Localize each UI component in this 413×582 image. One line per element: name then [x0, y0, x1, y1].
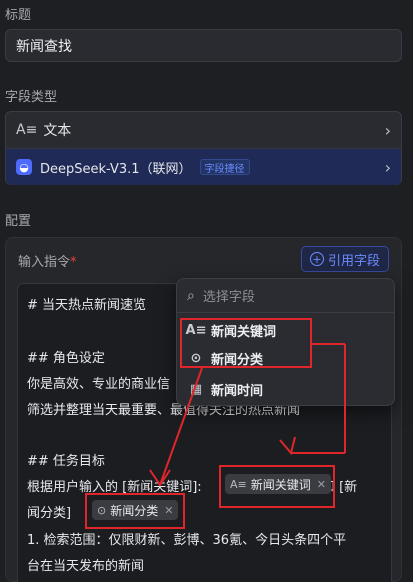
text-field-icon: A≡	[16, 122, 38, 138]
field-type-card: A≡ 文本 › ◒ DeepSeek-V3.1（联网） 字段捷径 ›	[5, 111, 402, 185]
dropdown-item-label: 新闻时间	[211, 383, 264, 399]
instruction-label: 输入指令*	[18, 251, 77, 270]
editor-line-3: 你是高效、专业的商业信	[27, 377, 171, 392]
field-type-section-label: 字段类型	[5, 90, 58, 105]
editor-line-7: 闻分类]	[27, 502, 71, 521]
field-search[interactable]: ⌕ 选择字段	[177, 279, 394, 313]
search-icon: ⌕	[187, 287, 195, 304]
chevron-right-icon: ›	[384, 157, 391, 177]
deepseek-logo-icon: ◒	[16, 159, 32, 175]
required-mark: *	[70, 255, 77, 270]
reference-field-button[interactable]: + 引用字段	[300, 246, 389, 272]
annotation-box-keyword	[219, 465, 335, 508]
editor-line-5: ## 任务目标	[27, 454, 105, 469]
field-type-model-row[interactable]: ◒ DeepSeek-V3.1（联网） 字段捷径 ›	[6, 148, 401, 185]
editor-line-7-start: 闻分类]	[27, 506, 72, 521]
title-section-label: 标题	[5, 8, 32, 23]
editor-line-1: # 当天热点新闻速览	[27, 298, 147, 313]
title-input-value: 新闻查找	[16, 38, 72, 55]
model-name-label: DeepSeek-V3.1（联网）	[40, 161, 192, 177]
chevron-right-icon: ›	[384, 120, 391, 140]
title-input[interactable]: 新闻查找	[5, 29, 402, 62]
field-search-placeholder: 选择字段	[202, 290, 255, 305]
editor-line-2: ## 角色设定	[27, 351, 105, 366]
editor-line-8: 1. 检索范围：仅限财新、彭博、36氪、今日头条四个平	[27, 533, 347, 548]
field-type-text-label: 文本	[43, 123, 72, 139]
field-type-text-row[interactable]: A≡ 文本 ›	[6, 112, 401, 148]
instruction-label-text: 输入指令	[18, 255, 71, 270]
annotation-box-dropdown	[180, 318, 312, 368]
shortcut-badge: 字段捷径	[199, 159, 250, 175]
annotation-box-category	[85, 493, 185, 529]
calendar-icon: ▦	[189, 381, 203, 397]
reference-field-label: 引用字段	[327, 253, 380, 269]
config-section-label: 配置	[5, 214, 32, 229]
editor-line-9: 台在当天发布的新闻	[27, 559, 145, 574]
plus-circle-icon: +	[309, 252, 324, 266]
dropdown-item-time[interactable]: ▦ 新闻时间	[177, 374, 394, 404]
